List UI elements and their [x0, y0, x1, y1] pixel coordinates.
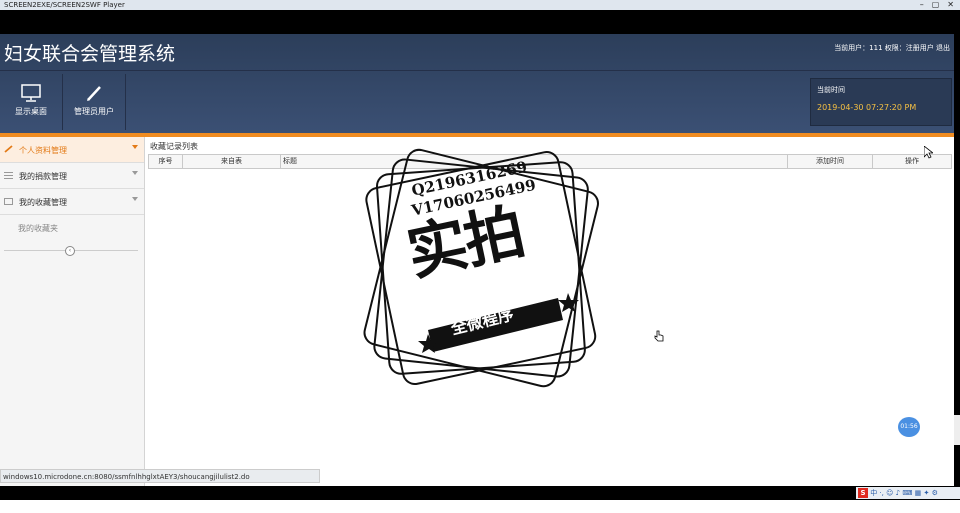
chevron-down-icon [132, 145, 138, 149]
column-header-added-time: 添加时间 [788, 155, 873, 168]
list-title: 收藏记录列表 [150, 142, 198, 151]
monitor-icon [21, 84, 41, 102]
sidebar: 个人资料管理 我的捐款管理 我的收藏管理 我的收藏夹 ‹ [0, 137, 145, 486]
status-url: windows10.microdone.cn:8080/ssmfnlhhglxt… [0, 469, 320, 483]
sidebar-item-label: 个人资料管理 [19, 146, 67, 155]
column-header-source-table: 来自表 [183, 155, 281, 168]
hand-cursor-icon [654, 330, 664, 342]
admin-user-button[interactable]: 管理员用户 [63, 78, 125, 124]
list-icon [4, 172, 13, 179]
ime-tray: S 中 ·, ☺ ♪ ⌨ ▦ ✦ ⚙ [856, 487, 960, 499]
player-titlebar: SCREEN2EXE/SCREEN2SWF Player – ▢ ✕ [0, 0, 960, 10]
show-desktop-label: 显示桌面 [15, 107, 47, 116]
window-controls: – ▢ ✕ [920, 0, 954, 10]
sogou-ime-icon[interactable]: S [858, 488, 868, 498]
minimize-button[interactable]: – [920, 0, 924, 10]
show-desktop-button[interactable]: 显示桌面 [0, 78, 62, 124]
chevron-down-icon [132, 171, 138, 175]
folder-icon [4, 198, 13, 205]
app-header: 妇女联合会管理系统 当前用户：111 权限：注册用户 退出 显示桌面 管理员用户… [0, 34, 954, 133]
column-header-actions: 操作 [905, 157, 919, 165]
sidebar-subitem-my-favorites[interactable]: 我的收藏夹 [18, 223, 58, 234]
header-divider [0, 70, 954, 71]
pencil-icon [4, 145, 13, 153]
current-time-box: 当前时间 2019-04-30 07:27:20 PM [810, 78, 952, 126]
right-scrollbar[interactable] [954, 415, 960, 445]
sidebar-item-label: 我的捐款管理 [19, 172, 67, 181]
collapse-sidebar-icon[interactable]: ‹ [65, 246, 75, 256]
pencil-icon [87, 86, 101, 101]
sidebar-item-profile[interactable]: 个人资料管理 [0, 137, 144, 163]
current-time-label: 当前时间 [817, 86, 845, 94]
toolbar-divider [125, 74, 126, 130]
user-info[interactable]: 当前用户：111 权限：注册用户 退出 [834, 43, 950, 53]
bottom-strip [0, 500, 960, 513]
arrow-cursor-icon [924, 146, 933, 159]
column-header-index: 序号 [149, 155, 183, 168]
close-button[interactable]: ✕ [947, 0, 954, 10]
current-time-value: 2019-04-30 07:27:20 PM [817, 103, 917, 112]
tray-icons[interactable]: 中 ·, ☺ ♪ ⌨ ▦ ✦ ⚙ [870, 489, 938, 497]
maximize-button[interactable]: ▢ [932, 0, 940, 10]
player-title: SCREEN2EXE/SCREEN2SWF Player [4, 1, 125, 9]
admin-user-label: 管理员用户 [74, 107, 114, 116]
sidebar-item-label: 我的收藏管理 [19, 198, 67, 207]
sidebar-item-favorites[interactable]: 我的收藏管理 [0, 189, 144, 215]
sidebar-item-donations[interactable]: 我的捐款管理 [0, 163, 144, 189]
chevron-down-icon [132, 197, 138, 201]
timer-badge[interactable]: 01:56 [898, 417, 920, 437]
app-title: 妇女联合会管理系统 [4, 43, 176, 65]
